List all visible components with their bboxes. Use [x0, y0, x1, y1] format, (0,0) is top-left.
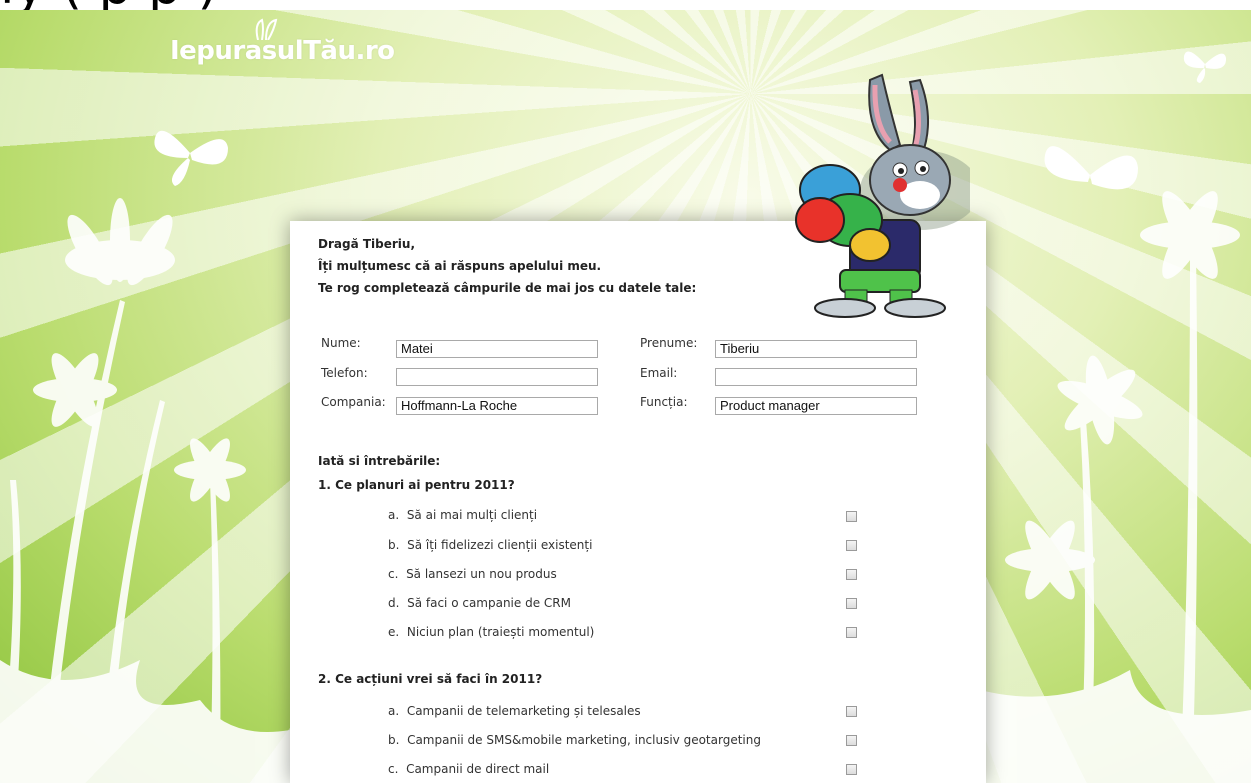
- left-flowers-decoration: [0, 198, 290, 783]
- top-cropped-text: ly ( p p ): [0, 0, 1251, 10]
- right-flowers-decoration: [980, 191, 1251, 783]
- question-2-title: 2. Ce acțiuni vrei să faci în 2011?: [318, 672, 543, 686]
- intro-message: Dragă Tiberiu, Îți mulțumesc că ai răspu…: [318, 234, 696, 300]
- question-1-title: 1. Ce planuri ai pentru 2011?: [318, 478, 515, 492]
- q2-option-a-checkbox[interactable]: [846, 706, 857, 717]
- greeting: Dragă Tiberiu,: [318, 237, 416, 251]
- functia-label: Funcția:: [640, 395, 688, 409]
- bunny-ears-logo-icon: [255, 18, 278, 40]
- q1-option-c: c. Să lansezi un nou produs: [388, 567, 557, 581]
- butterfly-icon: [1183, 51, 1227, 83]
- q1-option-e-checkbox[interactable]: [846, 627, 857, 638]
- q1-option-d: d. Să faci o campanie de CRM: [388, 596, 571, 610]
- q1-option-d-checkbox[interactable]: [846, 598, 857, 609]
- functia-input[interactable]: [715, 397, 917, 415]
- questions-heading: Iată si întrebările:: [318, 454, 441, 468]
- q1-option-e: e. Niciun plan (traiești momentul): [388, 625, 595, 639]
- telefon-label: Telefon:: [321, 366, 368, 380]
- q1-option-b: b. Să îți fidelizezi clienții existenți: [388, 538, 593, 552]
- q2-option-a: a. Campanii de telemarketing și telesale…: [388, 704, 641, 718]
- compania-input[interactable]: [396, 397, 598, 415]
- email-input[interactable]: [715, 368, 917, 386]
- site-logo[interactable]: IepurasulTău.ro: [170, 36, 395, 66]
- instructions-line: Te rog completează câmpurile de mai jos …: [318, 281, 697, 295]
- q1-option-b-checkbox[interactable]: [846, 540, 857, 551]
- q2-option-b-checkbox[interactable]: [846, 735, 857, 746]
- nume-input[interactable]: [396, 340, 598, 358]
- q1-option-c-checkbox[interactable]: [846, 569, 857, 580]
- q2-option-b: b. Campanii de SMS&mobile marketing, inc…: [388, 733, 761, 747]
- butterfly-icon: [154, 130, 228, 186]
- q2-option-c-checkbox[interactable]: [846, 764, 857, 775]
- thanks-line: Îți mulțumesc că ai răspuns apelului meu…: [318, 259, 602, 273]
- prenume-input[interactable]: [715, 340, 917, 358]
- prenume-label: Prenume:: [640, 336, 698, 350]
- q1-option-a-checkbox[interactable]: [846, 511, 857, 522]
- q1-option-a: a. Să ai mai mulți clienți: [388, 508, 538, 522]
- easter-bunny-illustration: [795, 73, 970, 318]
- butterfly-icon: [1044, 146, 1138, 190]
- compania-label: Compania:: [321, 395, 386, 409]
- nume-label: Nume:: [321, 336, 361, 350]
- telefon-input[interactable]: [396, 368, 598, 386]
- q2-option-c: c. Campanii de direct mail: [388, 762, 550, 776]
- email-label: Email:: [640, 366, 678, 380]
